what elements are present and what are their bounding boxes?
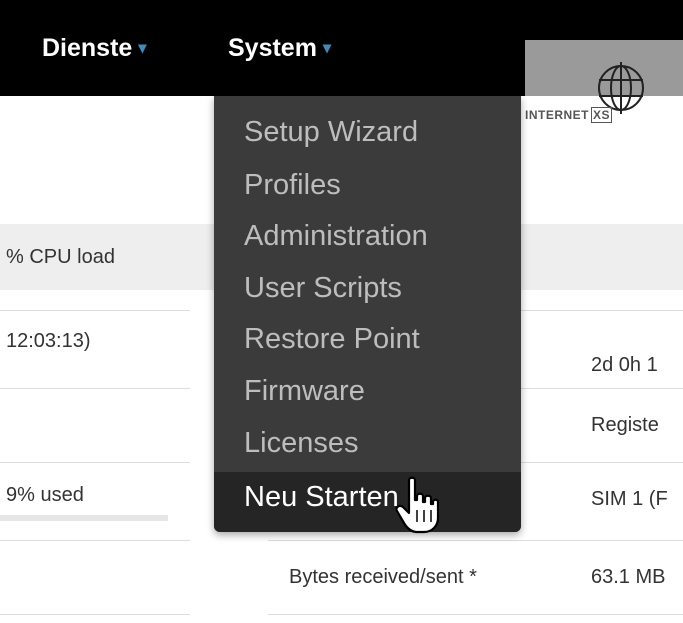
menu-item-user-scripts[interactable]: User Scripts [244, 272, 402, 305]
hand-pointer-icon [395, 476, 439, 534]
menu-item-neu-starten[interactable]: Neu Starten [244, 481, 399, 514]
storage-progress-bar [0, 515, 168, 521]
nav-dienste[interactable]: Dienste ▾ [42, 34, 146, 63]
divider [268, 540, 683, 541]
caret-down-icon: ▾ [138, 40, 147, 57]
logo-text: INTERNET XS [525, 107, 613, 123]
divider [0, 310, 190, 311]
bytes-label: Bytes received/sent * [289, 566, 477, 588]
menu-item-licenses[interactable]: Licenses [244, 427, 358, 460]
logo-text-main: INTERNET [525, 108, 589, 122]
menu-item-administration[interactable]: Administration [244, 220, 428, 253]
cpu-load-text: % CPU load [6, 246, 115, 268]
status-text: Registe [591, 414, 659, 436]
time-text: 12:03:13) [6, 330, 91, 352]
menu-item-setup-wizard[interactable]: Setup Wizard [244, 116, 418, 149]
uptime-text: 2d 0h 1 [591, 354, 658, 376]
menu-item-profiles[interactable]: Profiles [244, 169, 341, 202]
bytes-value: 63.1 MB [591, 566, 666, 588]
divider [0, 462, 190, 463]
nav-dienste-label: Dienste [42, 34, 133, 62]
divider [0, 388, 190, 389]
nav-system-label: System [228, 34, 317, 62]
menu-item-firmware[interactable]: Firmware [244, 375, 365, 408]
caret-down-icon: ▾ [322, 40, 331, 57]
logo-badge: XS [591, 107, 613, 123]
divider [268, 614, 683, 615]
sim-text: SIM 1 (F [591, 488, 668, 510]
logo: INTERNET XS [525, 40, 683, 123]
divider [0, 614, 190, 615]
nav-system[interactable]: System ▾ [228, 34, 331, 63]
system-dropdown-menu: Setup Wizard Profiles Administration Use… [214, 96, 521, 532]
storage-used-text: 9% used [6, 484, 84, 506]
divider [0, 540, 190, 541]
menu-item-restore-point[interactable]: Restore Point [244, 323, 420, 356]
